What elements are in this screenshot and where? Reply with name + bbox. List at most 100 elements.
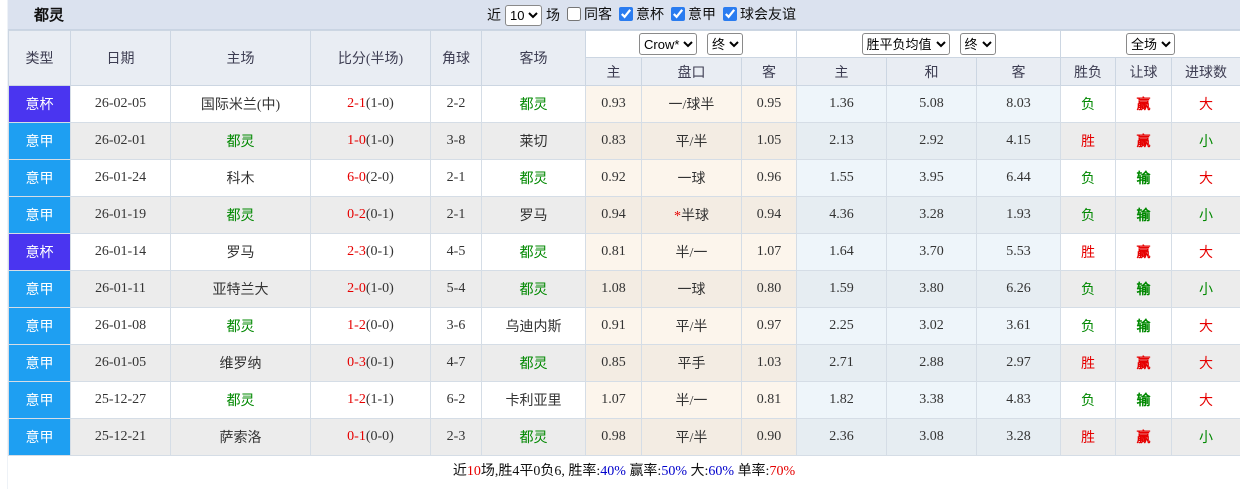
filter-checkbox[interactable] [619,7,633,21]
cell-corners: 3-8 [430,122,482,160]
cell-goals-overunder: 大 [1170,344,1240,382]
topbar-controls: 近 10 场 同客 意杯 意甲 球会友谊 [487,0,796,30]
cell-home-team[interactable]: 都灵 [170,122,311,160]
cell-avg-away: 8.03 [976,85,1061,123]
cell-handicap-result: 输 [1115,270,1172,308]
cell-avg-home: 1.59 [796,270,887,308]
cell-goals-overunder: 小 [1170,122,1240,160]
odds-company-select[interactable]: Crow* [639,33,697,55]
filter-label: 同客 [584,8,612,23]
cell-away-team[interactable]: 都灵 [481,85,586,123]
cell-avg-draw: 3.70 [886,233,977,271]
cell-away-team[interactable]: 都灵 [481,344,586,382]
footer-segment: 大: [687,464,709,479]
table-row: 意甲 25-12-27 都灵 1-2(1-1) 6-2 卡利亚里 1.07 半/… [8,381,1240,419]
cell-away-team[interactable]: 卡利亚里 [481,381,586,419]
filter-球会友谊[interactable]: 球会友谊 [716,4,796,24]
avg-group-header: 胜平负均值 终 [796,30,1061,58]
footer-summary: 近10场,胜4平0负6, 胜率:40% 赢率:50% 大:60% 单率:70% [8,456,1240,489]
match-history-panel: 都灵 近 10 场 同客 意杯 意甲 球会友谊 类型 日期 主场 比分(半场) 角球 … [8,0,1240,489]
cell-odds-home: 0.91 [585,307,642,345]
cell-home-team[interactable]: 萨索洛 [170,418,311,456]
odds-stage-select[interactable]: 终 [707,33,743,55]
col-header-score: 比分(半场) [310,30,431,86]
match-table: 类型 日期 主场 比分(半场) 角球 客场 Crow* 终 胜平负均值 终 全场… [8,30,1240,456]
cell-date: 26-01-24 [70,159,171,197]
recent-label-prefix: 近 [487,9,501,24]
cell-home-team[interactable]: 科木 [170,159,311,197]
filter-label: 意甲 [688,8,716,23]
cell-away-team[interactable]: 都灵 [481,159,586,197]
col-header-odds-handicap: 盘口 [641,57,742,86]
cell-win-lose: 负 [1060,85,1116,123]
cell-home-team[interactable]: 维罗纳 [170,344,311,382]
cell-away-team[interactable]: 罗马 [481,196,586,234]
recent-count-select[interactable]: 10 [505,4,542,26]
col-header-home: 主场 [170,30,311,86]
fulltime-score: 0-2 [347,207,366,222]
cell-competition-badge: 意甲 [8,122,71,160]
filter-checkbox[interactable] [567,7,581,21]
filter-意甲[interactable]: 意甲 [664,4,716,24]
cell-handicap: 半/一 [641,381,742,419]
table-row: 意杯 26-01-14 罗马 2-3(0-1) 4-5 都灵 0.81 半/一 … [8,233,1240,271]
cell-avg-away: 4.83 [976,381,1061,419]
cell-home-team[interactable]: 都灵 [170,196,311,234]
cell-avg-away: 6.44 [976,159,1061,197]
fulltime-score: 2-0 [347,281,366,296]
cell-avg-home: 1.82 [796,381,887,419]
footer-segment: 单率: [734,464,770,479]
cell-handicap: 平/半 [641,122,742,160]
cell-goals-overunder: 大 [1170,85,1240,123]
footer-segment: 60% [708,464,735,479]
cell-handicap-result: 输 [1115,307,1172,345]
filter-checkbox[interactable] [723,7,737,21]
footer-segment: 50% [661,464,687,479]
cell-handicap-result: 赢 [1115,122,1172,160]
filter-意杯[interactable]: 意杯 [612,4,664,24]
cell-avg-draw: 3.02 [886,307,977,345]
cell-date: 26-01-14 [70,233,171,271]
cell-avg-home: 2.13 [796,122,887,160]
cell-odds-away: 0.97 [741,307,797,345]
avg-type-select[interactable]: 胜平负均值 [861,33,950,55]
filter-label: 球会友谊 [740,8,796,23]
fulltime-score: 1-2 [347,318,366,333]
cell-home-team[interactable]: 都灵 [170,381,311,419]
cell-goals-overunder: 小 [1170,196,1240,234]
cell-win-lose: 负 [1060,159,1116,197]
cell-odds-away: 1.07 [741,233,797,271]
fulltime-score: 1-0 [347,133,366,148]
cell-home-team[interactable]: 都灵 [170,307,311,345]
cell-away-team[interactable]: 莱切 [481,122,586,160]
cell-away-team[interactable]: 都灵 [481,233,586,271]
cell-date: 26-01-08 [70,307,171,345]
cell-handicap-result: 赢 [1115,233,1172,271]
cell-avg-away: 3.28 [976,418,1061,456]
fulltime-score: 0-1 [347,429,366,444]
cell-score: 0-1(0-0) [310,418,431,456]
handicap-text: 一球 [677,172,706,187]
cell-win-lose: 负 [1060,307,1116,345]
avg-stage-select[interactable]: 终 [959,33,996,55]
cell-competition-badge: 意甲 [8,418,71,456]
cell-away-team[interactable]: 都灵 [481,270,586,308]
cell-win-lose: 负 [1060,270,1116,308]
team-title: 都灵 [34,8,65,24]
cell-odds-away: 0.95 [741,85,797,123]
filter-checkbox[interactable] [671,7,685,21]
cell-away-team[interactable]: 都灵 [481,418,586,456]
cell-home-team[interactable]: 罗马 [170,233,311,271]
table-row: 意杯 26-02-05 国际米兰(中) 2-1(1-0) 2-2 都灵 0.93… [8,85,1240,123]
cell-odds-home: 1.07 [585,381,642,419]
scope-select[interactable]: 全场 [1126,33,1176,55]
cell-avg-away: 4.15 [976,122,1061,160]
cell-home-team[interactable]: 亚特兰大 [170,270,311,308]
cell-home-team[interactable]: 国际米兰(中) [170,85,311,123]
cell-handicap-result: 输 [1115,196,1172,234]
cell-avg-home: 2.36 [796,418,887,456]
cell-avg-away: 1.93 [976,196,1061,234]
cell-avg-home: 4.36 [796,196,887,234]
cell-away-team[interactable]: 乌迪内斯 [481,307,586,345]
filter-同客[interactable]: 同客 [560,4,612,24]
